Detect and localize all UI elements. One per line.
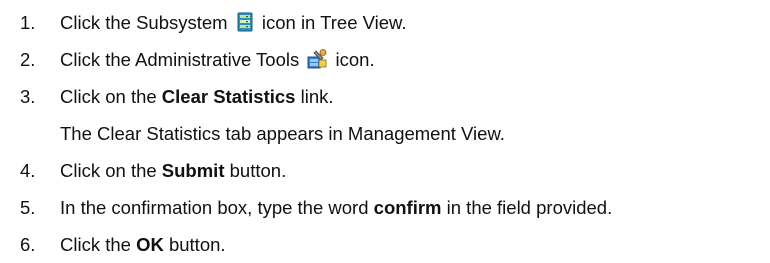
- step-1: 1. Click the Subsystem icon in Tree View…: [20, 4, 760, 41]
- step-3: 3. Click on the Clear Statistics link.: [20, 78, 760, 115]
- ok-term: OK: [136, 234, 164, 255]
- confirm-term: confirm: [373, 197, 442, 218]
- step-number: 2.: [20, 49, 36, 70]
- submit-term: Submit: [161, 160, 225, 181]
- step-number: 1.: [20, 12, 36, 33]
- step-text: Click on the Submit button.: [60, 160, 287, 181]
- step-3-note: The Clear Statistics tab appears in Mana…: [20, 115, 760, 152]
- step-6: 6. Click the OK button.: [20, 226, 760, 263]
- step-text: Click the OK button.: [60, 234, 226, 255]
- step-text: In the confirmation box, type the word c…: [60, 197, 613, 218]
- subsystem-icon: [235, 7, 255, 44]
- step-text: Click on the Clear Statistics link.: [60, 86, 334, 107]
- step-2: 2. Click the Administrative Tools icon.: [20, 41, 760, 78]
- step-5: 5. In the confirmation box, type the wor…: [20, 189, 760, 226]
- step-number: 5.: [20, 197, 36, 218]
- step-note: The Clear Statistics tab appears in Mana…: [60, 123, 505, 144]
- step-text: Click the Subsystem icon in Tree View.: [60, 4, 407, 44]
- step-4: 4. Click on the Submit button.: [20, 152, 760, 189]
- step-text: Click the Administrative Tools icon.: [60, 41, 375, 81]
- administrative-tools-icon: [306, 44, 328, 81]
- step-number: 3.: [20, 86, 36, 107]
- step-number: 6.: [20, 234, 36, 255]
- procedure-steps: 1. Click the Subsystem icon in Tree View…: [20, 4, 760, 263]
- step-number: 4.: [20, 160, 36, 181]
- clear-statistics-term: Clear Statistics: [161, 86, 296, 107]
